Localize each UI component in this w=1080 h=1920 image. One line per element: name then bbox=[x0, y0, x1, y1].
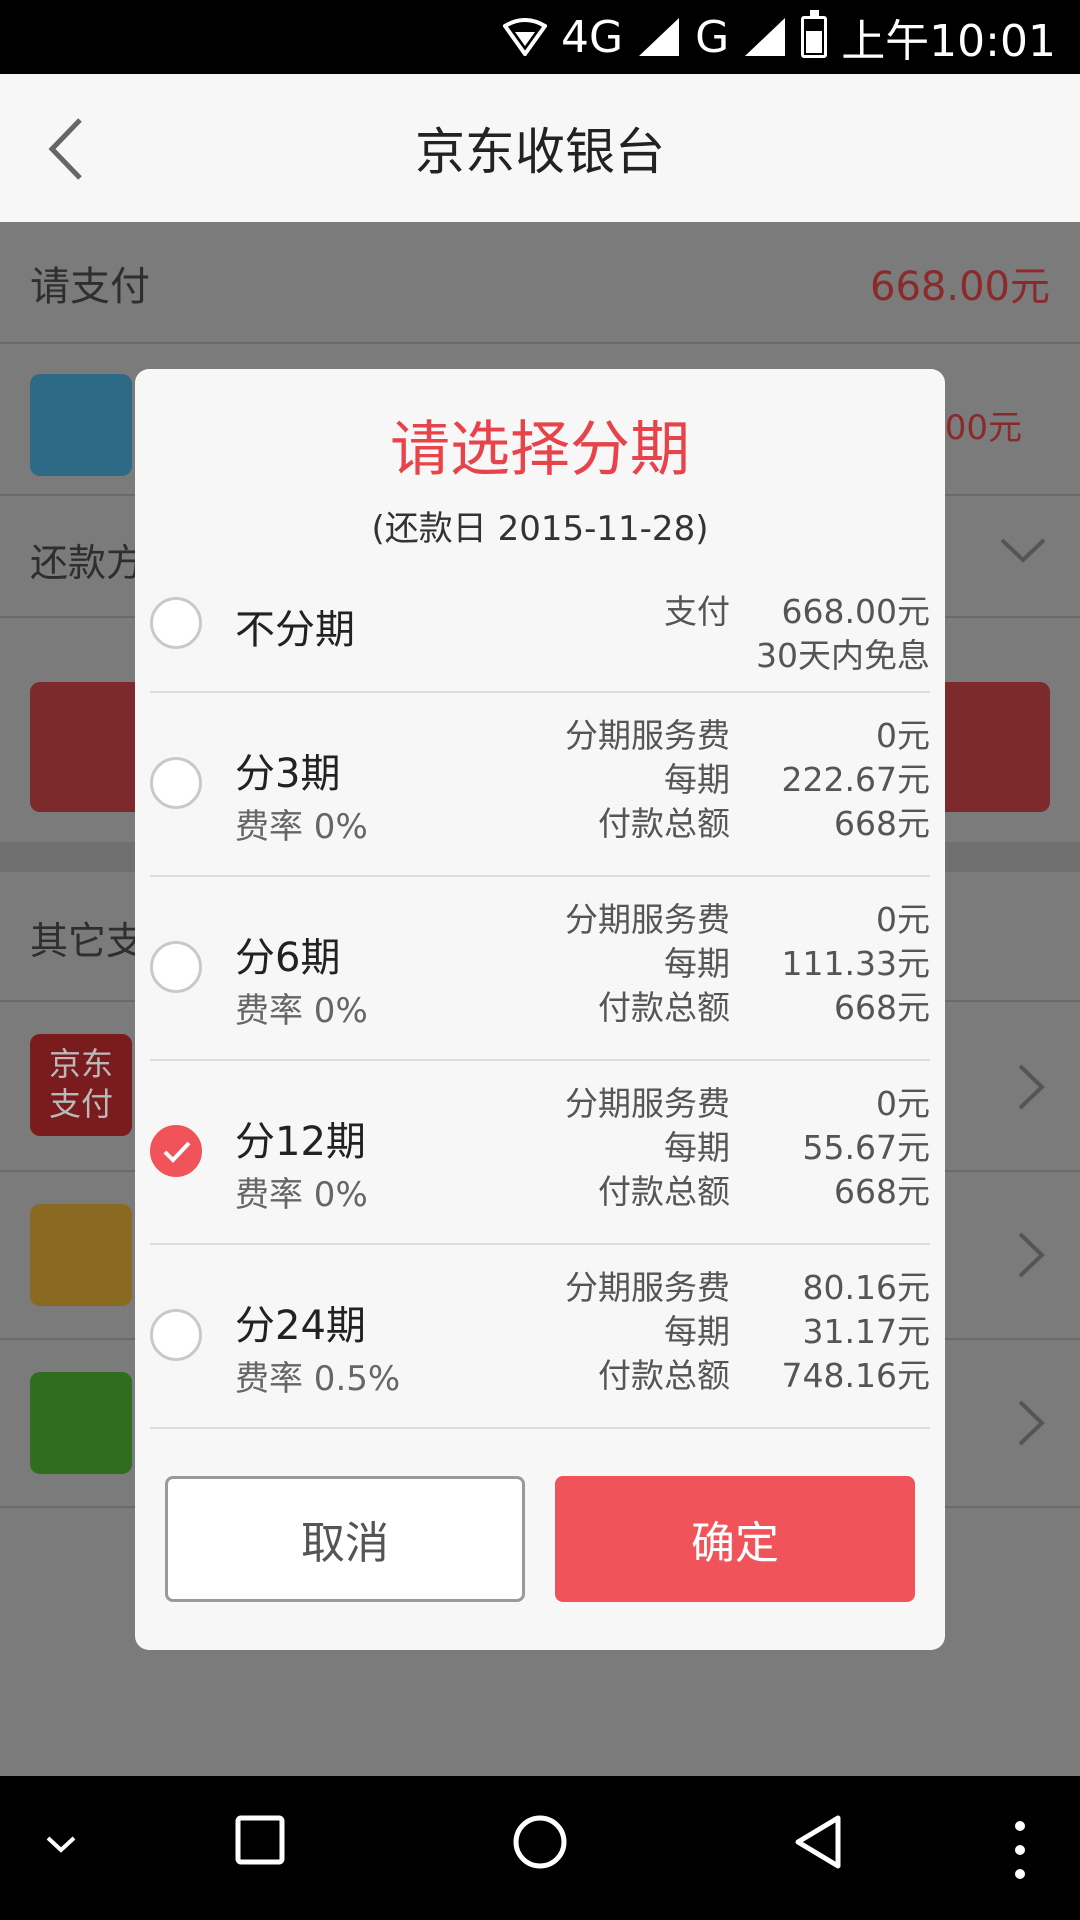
wifi-icon bbox=[502, 18, 547, 56]
detail-value: 31.17元 bbox=[802, 1312, 930, 1351]
detail-fee: 分期服务费 0元 bbox=[530, 893, 930, 941]
option-label: 不分期 bbox=[235, 607, 355, 653]
option-rate: 费率 0% bbox=[235, 991, 368, 1031]
detail-total: 付款总额 748.16元 bbox=[530, 1349, 930, 1397]
detail-value: 0元 bbox=[876, 900, 930, 939]
clock: 上午10:01 bbox=[841, 16, 1056, 67]
detail-value: 111.33元 bbox=[781, 944, 930, 983]
detail-key: 付款总额 bbox=[598, 804, 730, 843]
pay-amount: 668.00元 bbox=[870, 264, 1050, 310]
detail-key: 每期 bbox=[664, 944, 730, 983]
radio-button[interactable] bbox=[150, 1309, 202, 1361]
radio-button-selected[interactable] bbox=[150, 1125, 202, 1177]
option-12[interactable]: 分12期 费率 0% 分期服务费 0元 每期 55.67元 付款总额 668元 bbox=[150, 1061, 930, 1245]
nav-home-icon[interactable] bbox=[512, 1814, 568, 1870]
repay-date: (还款日 2015-11-28) bbox=[371, 509, 709, 549]
page-title: 京东收银台 bbox=[415, 123, 665, 181]
free-interest-note: 30天内免息 bbox=[756, 636, 930, 675]
detail-value: 668元 bbox=[834, 804, 930, 843]
nav-recent-icon[interactable] bbox=[234, 1814, 286, 1866]
detail-key: 每期 bbox=[664, 760, 730, 799]
jd-pay-icon: 京东 支付 bbox=[30, 1034, 132, 1136]
detail-fee: 分期服务费 80.16元 bbox=[530, 1261, 930, 1309]
detail-value: 80.16元 bbox=[802, 1268, 930, 1307]
radio-button[interactable] bbox=[150, 597, 202, 649]
repay-label: 还款方 bbox=[30, 541, 145, 585]
detail-total: 付款总额 668元 bbox=[530, 981, 930, 1029]
detail-per: 每期 111.33元 bbox=[530, 937, 930, 985]
option-rate: 费率 0% bbox=[235, 1175, 368, 1215]
option-3[interactable]: 分3期 费率 0% 分期服务费 0元 每期 222.67元 付款总额 668元 bbox=[150, 693, 930, 877]
detail-per: 每期 222.67元 bbox=[530, 753, 930, 801]
detail-key: 付款总额 bbox=[598, 988, 730, 1027]
installment-dialog: 请选择分期 (还款日 2015-11-28) 不分期 支付 668.00元 30… bbox=[135, 369, 945, 1650]
detail-key: 付款总额 bbox=[598, 1172, 730, 1211]
detail-key: 分期服务费 bbox=[565, 1268, 730, 1307]
chevron-down-icon bbox=[1000, 538, 1046, 563]
network-type-2: G bbox=[695, 11, 730, 63]
chevron-right-icon bbox=[1018, 1064, 1045, 1110]
jd-pay-line1: 京东 bbox=[48, 1045, 113, 1083]
checkmark-icon bbox=[163, 1141, 191, 1163]
confirm-button[interactable]: 确定 bbox=[555, 1476, 915, 1602]
detail-value: 222.67元 bbox=[781, 760, 930, 799]
radio-button[interactable] bbox=[150, 941, 202, 993]
detail-total: 付款总额 668元 bbox=[530, 797, 930, 845]
detail-key: 分期服务费 bbox=[565, 1084, 730, 1123]
signal-icon-2 bbox=[745, 18, 786, 56]
status-bar: 4G G 上午10:01 bbox=[0, 0, 1080, 74]
bill-icon bbox=[30, 374, 132, 476]
option-label: 分12期 bbox=[235, 1119, 366, 1165]
more-icon[interactable] bbox=[1010, 1820, 1030, 1880]
detail-note: 30天内免息 bbox=[756, 629, 930, 677]
nav-collapse-icon[interactable] bbox=[44, 1832, 78, 1856]
cancel-button[interactable]: 取消 bbox=[165, 1476, 525, 1602]
detail-value: 668元 bbox=[834, 1172, 930, 1211]
detail-per: 每期 55.67元 bbox=[530, 1121, 930, 1169]
card-icon bbox=[30, 1204, 132, 1306]
detail-value: 0元 bbox=[876, 716, 930, 755]
option-no-installment[interactable]: 不分期 支付 668.00元 30天内免息 bbox=[150, 567, 930, 693]
battery-icon bbox=[801, 10, 828, 58]
system-nav-bar bbox=[0, 1776, 1080, 1920]
option-24[interactable]: 分24期 费率 0.5% 分期服务费 80.16元 每期 31.17元 付款总额 74… bbox=[150, 1245, 930, 1429]
radio-button[interactable] bbox=[150, 757, 202, 809]
detail-key: 分期服务费 bbox=[565, 900, 730, 939]
jd-pay-line2: 支付 bbox=[48, 1085, 113, 1123]
nav-back-icon[interactable] bbox=[790, 1814, 846, 1870]
detail-key: 付款总额 bbox=[598, 1356, 730, 1395]
detail-key: 每期 bbox=[664, 1312, 730, 1351]
detail-key: 每期 bbox=[664, 1128, 730, 1167]
signal-icon bbox=[639, 18, 680, 56]
detail-value: 55.67元 bbox=[802, 1128, 930, 1167]
detail-value: 748.16元 bbox=[781, 1356, 930, 1395]
detail-value: 0元 bbox=[876, 1084, 930, 1123]
chevron-right-icon bbox=[1018, 1232, 1045, 1278]
option-label: 分24期 bbox=[235, 1303, 366, 1349]
card-amount: 00元 bbox=[944, 408, 1022, 448]
detail-key: 支付 bbox=[664, 592, 730, 631]
dialog-title: 请选择分期 bbox=[390, 415, 690, 485]
option-label: 分6期 bbox=[235, 935, 341, 981]
option-rate: 费率 0.5% bbox=[235, 1359, 401, 1399]
option-rate: 费率 0% bbox=[235, 807, 368, 847]
detail-pay: 支付 668.00元 bbox=[530, 585, 930, 633]
pay-row: 请支付 668.00元 bbox=[0, 222, 1080, 344]
detail-key: 分期服务费 bbox=[565, 716, 730, 755]
detail-total: 付款总额 668元 bbox=[530, 1165, 930, 1213]
app-bar: 京东收银台 bbox=[0, 74, 1080, 223]
chevron-right-icon bbox=[1018, 1400, 1045, 1446]
pay-label: 请支付 bbox=[30, 264, 150, 310]
other-label: 其它支 bbox=[30, 919, 145, 963]
detail-value: 668元 bbox=[834, 988, 930, 1027]
wechat-icon bbox=[30, 1372, 132, 1474]
detail-fee: 分期服务费 0元 bbox=[530, 709, 930, 757]
detail-per: 每期 31.17元 bbox=[530, 1305, 930, 1353]
detail-value: 668.00元 bbox=[781, 592, 930, 631]
detail-fee: 分期服务费 0元 bbox=[530, 1077, 930, 1125]
network-type: 4G bbox=[560, 11, 624, 63]
option-label: 分3期 bbox=[235, 751, 341, 797]
option-6[interactable]: 分6期 费率 0% 分期服务费 0元 每期 111.33元 付款总额 668元 bbox=[150, 877, 930, 1061]
